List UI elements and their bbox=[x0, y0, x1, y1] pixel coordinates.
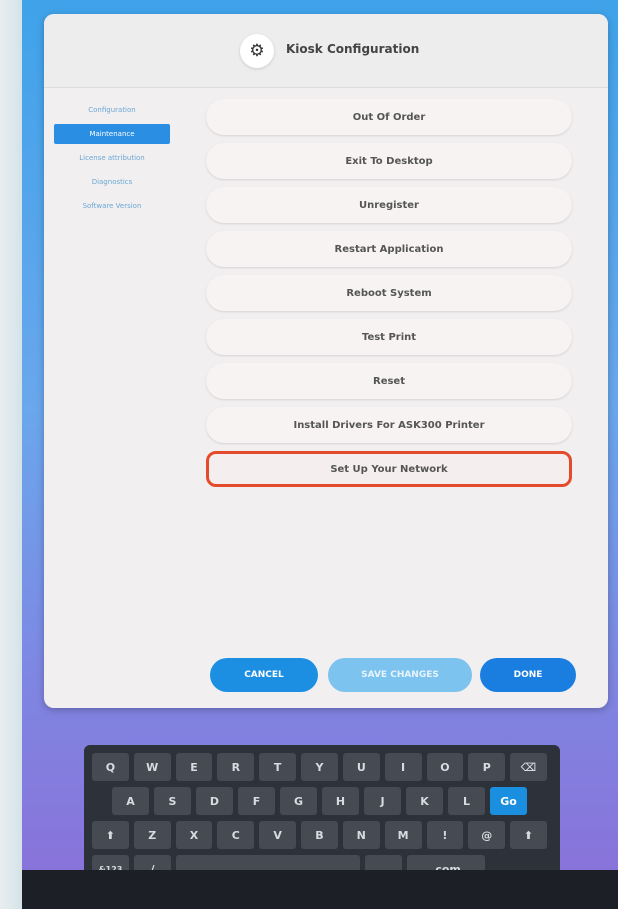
key-at[interactable]: @ bbox=[468, 821, 506, 849]
key-x[interactable]: X bbox=[175, 821, 213, 849]
cancel-button[interactable]: CANCEL bbox=[210, 658, 318, 692]
key-exclamation[interactable]: ! bbox=[426, 821, 464, 849]
maintenance-actions: Out Of Order Exit To Desktop Unregister … bbox=[206, 99, 576, 495]
sidebar-item-diagnostics[interactable]: Diagnostics bbox=[54, 172, 170, 192]
key-z[interactable]: Z bbox=[133, 821, 171, 849]
sidebar-item-license-attribution[interactable]: License attribution bbox=[54, 148, 170, 168]
test-print-button[interactable]: Test Print bbox=[206, 319, 572, 355]
key-i[interactable]: I bbox=[384, 753, 422, 781]
keyboard-row-3: ⬆ Z X C V B N M ! @ ⬆ bbox=[92, 821, 552, 849]
shift-left-icon[interactable]: ⬆ bbox=[92, 821, 129, 849]
key-h[interactable]: H bbox=[322, 787, 359, 815]
restart-application-button[interactable]: Restart Application bbox=[206, 231, 572, 267]
on-screen-keyboard: Q W E R T Y U I O P ⌫ A S D F G H J K L … bbox=[84, 745, 560, 883]
out-of-order-button[interactable]: Out Of Order bbox=[206, 99, 572, 135]
key-t[interactable]: T bbox=[259, 753, 297, 781]
unregister-button[interactable]: Unregister bbox=[206, 187, 572, 223]
key-j[interactable]: J bbox=[364, 787, 401, 815]
keyboard-row-1: Q W E R T Y U I O P ⌫ bbox=[92, 753, 552, 781]
key-s[interactable]: S bbox=[154, 787, 191, 815]
key-c[interactable]: C bbox=[217, 821, 255, 849]
device-bezel bbox=[0, 0, 22, 909]
kiosk-config-dialog: ⚙ Kiosk Configuration Configuration Main… bbox=[44, 14, 608, 708]
save-changes-button[interactable]: SAVE CHANGES bbox=[328, 658, 472, 692]
sidebar: Configuration Maintenance License attrib… bbox=[54, 100, 184, 220]
key-b[interactable]: B bbox=[301, 821, 338, 849]
reboot-system-button[interactable]: Reboot System bbox=[206, 275, 572, 311]
sidebar-item-software-version[interactable]: Software Version bbox=[54, 196, 170, 216]
shift-right-icon[interactable]: ⬆ bbox=[510, 821, 547, 849]
key-l[interactable]: L bbox=[448, 787, 485, 815]
key-u[interactable]: U bbox=[342, 753, 380, 781]
sidebar-item-maintenance[interactable]: Maintenance bbox=[54, 124, 170, 144]
key-q[interactable]: Q bbox=[92, 753, 129, 781]
keyboard-row-2: A S D F G H J K L Go bbox=[92, 787, 552, 815]
sidebar-item-configuration[interactable]: Configuration bbox=[54, 100, 170, 120]
key-e[interactable]: E bbox=[175, 753, 213, 781]
dialog-title: Kiosk Configuration bbox=[286, 42, 420, 56]
key-k[interactable]: K bbox=[406, 787, 443, 815]
key-y[interactable]: Y bbox=[301, 753, 338, 781]
set-up-network-button[interactable]: Set Up Your Network bbox=[206, 451, 572, 487]
install-drivers-button[interactable]: Install Drivers For ASK300 Printer bbox=[206, 407, 572, 443]
dialog-header: ⚙ Kiosk Configuration bbox=[44, 14, 608, 88]
key-a[interactable]: A bbox=[112, 787, 149, 815]
gear-icon: ⚙ bbox=[240, 34, 274, 68]
device-bottom-frame bbox=[22, 870, 618, 909]
go-key[interactable]: Go bbox=[490, 787, 527, 815]
key-n[interactable]: N bbox=[342, 821, 380, 849]
key-v[interactable]: V bbox=[259, 821, 297, 849]
key-w[interactable]: W bbox=[133, 753, 171, 781]
key-g[interactable]: G bbox=[280, 787, 317, 815]
key-p[interactable]: P bbox=[468, 753, 506, 781]
key-d[interactable]: D bbox=[196, 787, 233, 815]
backspace-icon[interactable]: ⌫ bbox=[510, 753, 547, 781]
exit-to-desktop-button[interactable]: Exit To Desktop bbox=[206, 143, 572, 179]
key-m[interactable]: M bbox=[384, 821, 422, 849]
key-o[interactable]: O bbox=[426, 753, 464, 781]
key-f[interactable]: F bbox=[238, 787, 275, 815]
reset-button[interactable]: Reset bbox=[206, 363, 572, 399]
done-button[interactable]: DONE bbox=[480, 658, 576, 692]
key-r[interactable]: R bbox=[217, 753, 255, 781]
